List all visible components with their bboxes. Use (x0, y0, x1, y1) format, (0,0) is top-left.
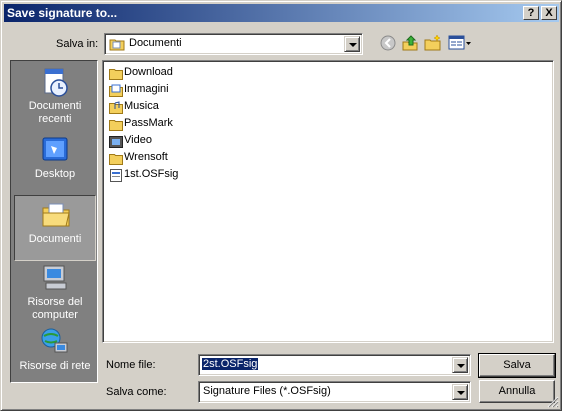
video-folder-icon (109, 135, 123, 148)
help-button[interactable]: ? (523, 6, 539, 20)
location-select[interactable]: Documenti (104, 33, 363, 55)
place-recent-documents[interactable]: Documenti recenti (14, 63, 96, 129)
my-computer-icon (43, 265, 67, 290)
file-name: Video (124, 134, 152, 146)
file-name: Immagini (124, 83, 169, 95)
filetype-value: Signature Files (*.OSFsig) (203, 385, 331, 397)
location-value: Documenti (129, 37, 182, 49)
save-dialog: Save signature to... ? X Salva in: Docum… (0, 0, 562, 411)
file-list[interactable]: Download Immagini Musica PassMark Video … (102, 60, 554, 343)
documents-folder-icon (109, 37, 125, 51)
place-network[interactable]: Risorse di rete (14, 323, 96, 389)
filename-value: 2st.OSFsig (202, 358, 259, 370)
place-label: Documenti (28, 233, 82, 245)
places-bar: Documenti recenti Desktop Documenti Riso… (10, 60, 98, 383)
place-my-computer[interactable]: Risorse del computer (14, 259, 96, 325)
file-name: Musica (124, 100, 159, 112)
place-desktop[interactable]: Desktop (14, 131, 96, 197)
filetype-select[interactable]: Signature Files (*.OSFsig) (198, 381, 471, 403)
list-item[interactable]: Wrensoft (108, 150, 228, 166)
chevron-down-icon[interactable] (344, 36, 360, 52)
close-button[interactable]: X (541, 6, 557, 20)
place-label: Risorse di rete (19, 360, 91, 372)
window-title: Save signature to... (7, 6, 118, 20)
filename-input[interactable]: 2st.OSFsig (198, 354, 471, 376)
place-label: Risorse del computer (27, 296, 83, 321)
file-name: Download (124, 66, 173, 78)
desktop-icon (42, 137, 68, 161)
filetype-label: Salva come: (106, 386, 167, 398)
chevron-down-icon[interactable] (452, 384, 468, 400)
file-name: PassMark (124, 117, 173, 129)
list-item[interactable]: Download (108, 65, 228, 81)
title-bar[interactable]: Save signature to... ? X (4, 4, 559, 22)
new-folder-icon (424, 34, 441, 51)
save-button[interactable]: Salva (478, 353, 556, 378)
cancel-button[interactable]: Annulla (479, 380, 555, 403)
folder-icon (109, 67, 123, 80)
music-folder-icon (109, 101, 123, 114)
list-item[interactable]: PassMark (108, 116, 228, 132)
back-icon (380, 35, 396, 51)
place-documents[interactable]: Documenti (14, 195, 96, 261)
back-button[interactable] (379, 34, 397, 52)
place-label: Desktop (34, 168, 76, 180)
documents-folder-icon (42, 203, 70, 227)
new-folder-button[interactable] (424, 34, 442, 52)
resize-grip-icon[interactable] (547, 396, 559, 408)
view-menu-button[interactable] (448, 34, 472, 52)
up-folder-button[interactable] (401, 34, 419, 52)
list-item[interactable]: 1st.OSFsig (108, 167, 228, 183)
file-icon (109, 169, 123, 182)
file-name: 1st.OSFsig (124, 168, 179, 180)
pictures-folder-icon (109, 84, 123, 97)
file-name: Wrensoft (124, 151, 168, 163)
place-label: Documenti recenti (28, 100, 82, 125)
recent-documents-icon (44, 68, 68, 97)
up-folder-icon (402, 35, 418, 51)
view-menu-icon (448, 35, 471, 50)
filename-label: Nome file: (106, 359, 156, 371)
list-item[interactable]: Immagini (108, 82, 228, 98)
network-icon (41, 328, 68, 353)
list-item[interactable]: Musica (108, 99, 228, 115)
folder-icon (109, 152, 123, 165)
chevron-down-icon[interactable] (452, 357, 468, 373)
location-label: Salva in: (56, 38, 99, 50)
folder-icon (109, 118, 123, 131)
list-item[interactable]: Video (108, 133, 228, 149)
